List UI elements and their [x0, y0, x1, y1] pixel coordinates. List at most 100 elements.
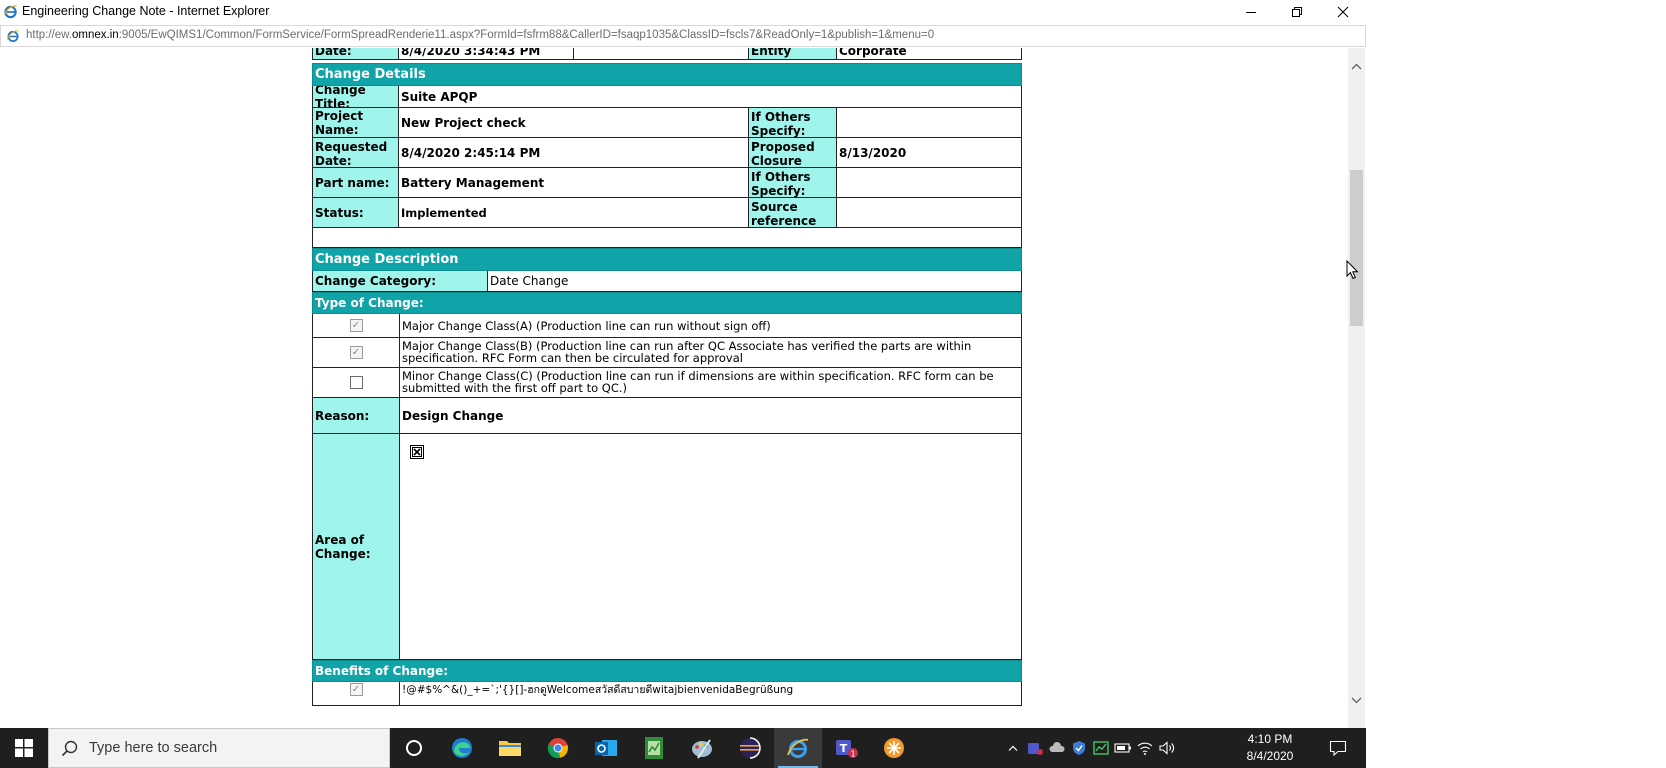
area-of-change-label: Area of Change:	[312, 434, 400, 660]
taskbar-orange-app[interactable]	[870, 728, 918, 768]
benefits-checkbox[interactable]: ✓	[349, 683, 363, 696]
reason-row: Reason: Design Change	[312, 398, 1022, 434]
tray-network[interactable]	[1134, 728, 1156, 768]
part-name-value: Battery Management	[399, 168, 749, 198]
tray-volume[interactable]	[1156, 728, 1178, 768]
taskbar-eclipse[interactable]	[726, 728, 774, 768]
orange-app-icon	[884, 738, 904, 758]
show-hidden-icons-button[interactable]	[1004, 728, 1022, 768]
part-name-label: Part name:	[312, 168, 399, 198]
taskbar-clock[interactable]: 4:10 PM 8/4/2020	[1226, 728, 1314, 768]
notification-icon	[1329, 740, 1347, 756]
taskbar-paint-app[interactable]	[678, 728, 726, 768]
vertical-scrollbar[interactable]	[1348, 48, 1365, 728]
folder-icon	[499, 741, 521, 756]
date-empty-cell	[574, 48, 749, 60]
change-type-row: ✓ Major Change Class(A) (Production line…	[312, 314, 1022, 338]
status-row: Status: Implemented Source reference #:	[312, 198, 1022, 228]
title-bar[interactable]: Engineering Change Note - Internet Explo…	[0, 0, 1366, 24]
onedrive-cloud-icon	[1049, 742, 1065, 752]
scroll-up-button[interactable]	[1348, 58, 1365, 75]
taskbar-notepad-app[interactable]	[630, 728, 678, 768]
start-button[interactable]	[0, 728, 48, 768]
benefits-text: !@#$%^&()_+=`;'{}[]-ฮกดูWelcomeสวัสดีสบา…	[400, 682, 1022, 706]
date-label: Date:	[312, 48, 399, 60]
tray-battery[interactable]	[1112, 728, 1134, 768]
outlook-icon	[595, 740, 617, 756]
chevron-down-icon	[1351, 697, 1362, 704]
project-name-row: Project Name: New Project check If Other…	[312, 108, 1022, 138]
green-app-icon	[1093, 741, 1109, 755]
search-placeholder: Type here to search	[89, 740, 218, 756]
source-reference-value	[837, 198, 1022, 228]
address-path: :9005/EwQIMS1/Common/FormService/FormSpr…	[118, 29, 935, 41]
svg-text:T: T	[840, 742, 848, 755]
taskbar-teams[interactable]: T1	[822, 728, 870, 768]
chevron-up-icon	[1008, 745, 1018, 751]
type-c-checkbox[interactable]	[349, 376, 363, 389]
shield-icon	[1073, 741, 1085, 755]
benefits-of-change-header: Benefits of Change:	[312, 660, 1022, 682]
status-label: Status:	[312, 198, 399, 228]
taskbar-file-explorer[interactable]	[486, 728, 534, 768]
teams-icon: T1	[836, 740, 858, 759]
tray-security[interactable]	[1068, 728, 1090, 768]
action-center-button[interactable]	[1318, 728, 1358, 768]
type-c-description: Minor Change Class(C) (Production line c…	[400, 368, 1022, 398]
type-b-checkbox-cell: ✓	[312, 338, 400, 368]
type-b-checkbox[interactable]: ✓	[349, 346, 363, 359]
taskbar-internet-explorer[interactable]	[774, 728, 822, 768]
tray-cloud[interactable]	[1046, 728, 1068, 768]
address-url[interactable]: http://ew.omnex.in:9005/EwQIMS1/Common/F…	[26, 29, 934, 41]
proposed-closure-label: Proposed Closure Date:	[749, 138, 837, 168]
if-others-label-2: If Others Specify:	[749, 168, 837, 198]
requested-date-row: Requested Date: 8/4/2020 2:45:14 PM Prop…	[312, 138, 1022, 168]
minimize-icon	[1246, 12, 1256, 13]
scroll-down-button[interactable]	[1348, 692, 1365, 709]
screen: Engineering Change Note - Internet Explo…	[0, 0, 1666, 768]
paint-palette-icon	[692, 739, 712, 759]
proposed-closure-value: 8/13/2020	[837, 138, 1022, 168]
minimize-button[interactable]	[1228, 0, 1274, 24]
type-a-description: Major Change Class(A) (Production line c…	[400, 314, 1022, 338]
close-icon	[1337, 6, 1349, 18]
if-others-value	[837, 108, 1022, 138]
address-bar[interactable]: http://ew.omnex.in:9005/EwQIMS1/Common/F…	[0, 25, 1366, 47]
entity-value: Corporate	[837, 48, 1022, 60]
taskbar-search-box[interactable]: Type here to search	[48, 728, 390, 768]
entity-label: Entity	[749, 48, 837, 60]
chrome-icon	[547, 738, 568, 759]
broken-image-icon	[410, 445, 424, 459]
address-prefix: http://ew.	[26, 29, 73, 41]
status-value: Implemented	[399, 198, 749, 228]
teams-tray-icon	[1028, 743, 1043, 755]
clock-time: 4:10 PM	[1247, 732, 1293, 746]
close-button[interactable]	[1320, 0, 1366, 24]
area-of-change-row: Area of Change:	[312, 434, 1022, 660]
change-description-header: Change Description	[312, 248, 1022, 271]
change-category-value: Date Change	[488, 271, 1022, 292]
change-category-row: Change Category: Date Change	[312, 271, 1022, 292]
change-category-label: Change Category:	[312, 271, 488, 292]
source-reference-label: Source reference #:	[749, 198, 837, 228]
if-others-label: If Others Specify:	[749, 108, 837, 138]
change-title-label: Change Title:	[312, 86, 399, 108]
taskbar-chrome[interactable]	[534, 728, 582, 768]
benefits-check-mark: ✓	[351, 683, 361, 695]
change-title-value: Suite APQP	[399, 86, 1022, 108]
page-ie-icon	[6, 30, 19, 42]
change-details-header: Change Details	[312, 63, 1022, 86]
tray-teams-status[interactable]	[1024, 728, 1046, 768]
restore-button[interactable]	[1274, 0, 1320, 24]
windows-taskbar: Type here to search T1 4:10 PM 8/4/2020	[0, 728, 1366, 768]
type-a-checkbox[interactable]: ✓	[349, 319, 363, 332]
page-viewport: Date: 8/4/2020 3:34:43 PM Entity Corpora…	[0, 48, 1348, 728]
taskbar-edge[interactable]	[438, 728, 486, 768]
taskbar-outlook[interactable]	[582, 728, 630, 768]
task-view-button[interactable]	[390, 728, 438, 768]
scroll-thumb[interactable]	[1350, 170, 1363, 326]
reason-value: Design Change	[400, 398, 1022, 434]
spacer-row	[312, 228, 1022, 248]
internet-explorer-icon	[787, 738, 809, 758]
tray-green-app[interactable]	[1090, 728, 1112, 768]
